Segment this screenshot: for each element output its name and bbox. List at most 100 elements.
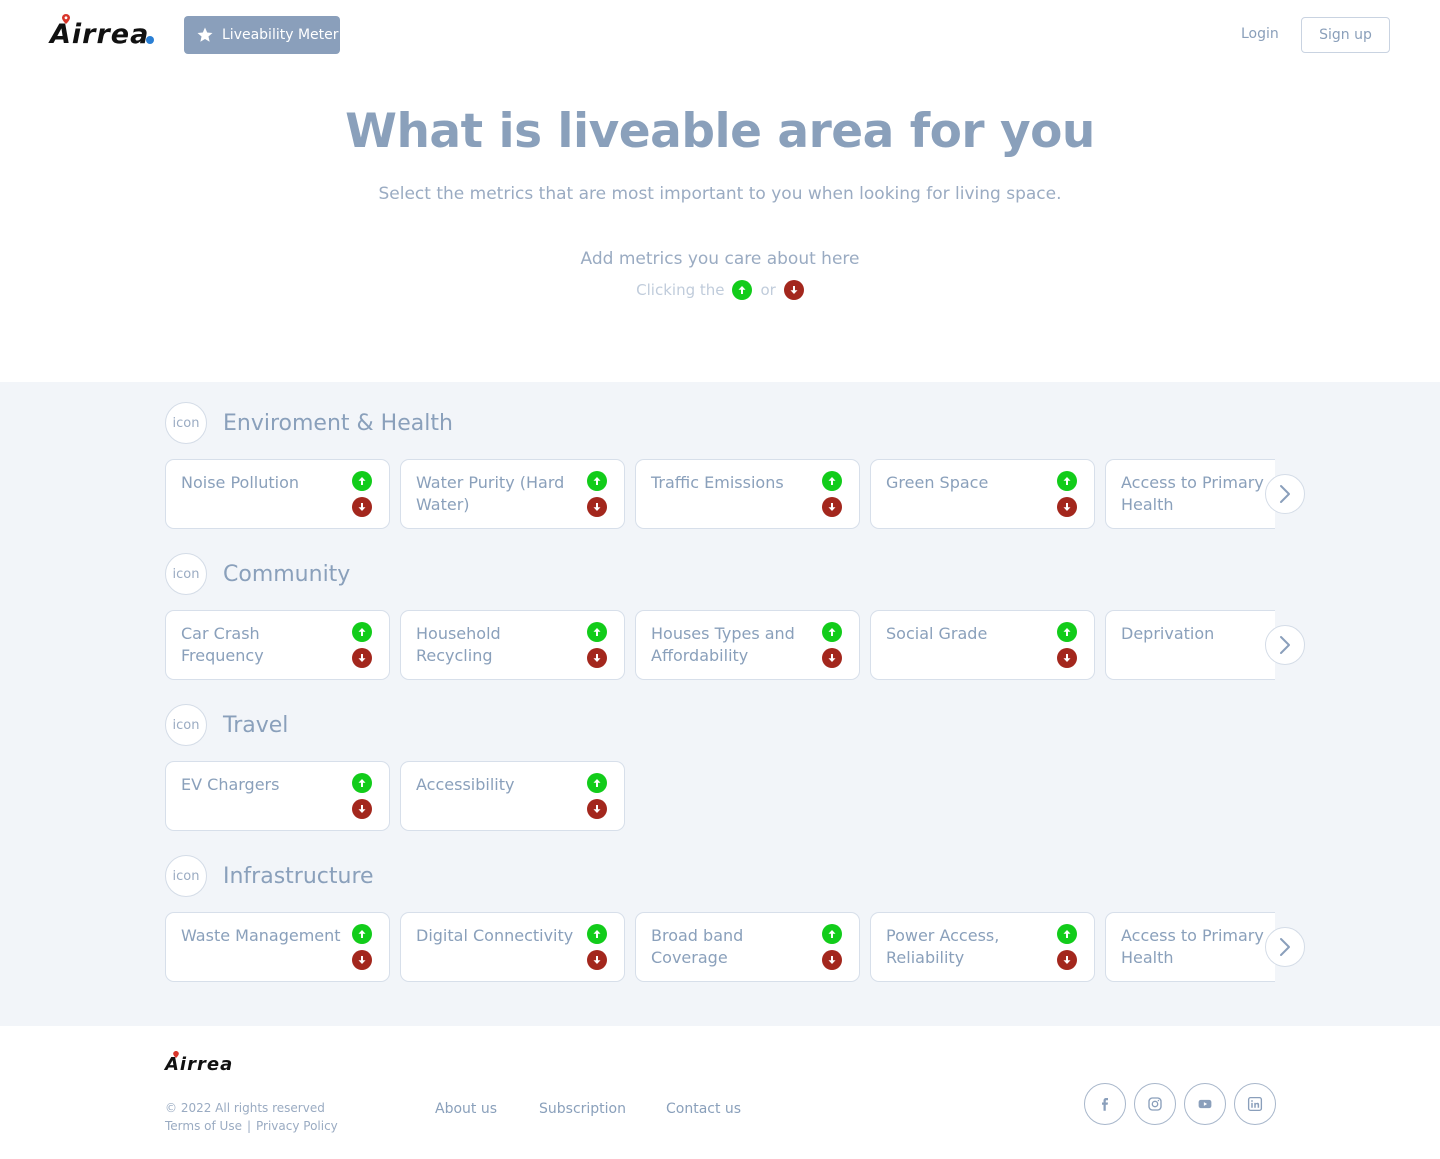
arrow-down-icon[interactable] xyxy=(822,950,842,970)
arrow-up-icon[interactable] xyxy=(587,622,607,642)
arrow-up-icon[interactable] xyxy=(587,471,607,491)
category-header: icon Travel xyxy=(165,704,288,746)
metric-card-label: Access to Primary Health xyxy=(1121,473,1264,514)
metric-card[interactable]: Social Grade xyxy=(870,610,1095,680)
arrow-up-icon[interactable] xyxy=(587,924,607,944)
add-metrics-dropzone[interactable]: Add metrics you care about here xyxy=(0,249,1440,269)
metric-card-label: Traffic Emissions xyxy=(651,473,784,492)
facebook-button[interactable] xyxy=(1084,1083,1126,1125)
metric-card[interactable]: Digital Connectivity xyxy=(400,912,625,982)
arrow-down-icon[interactable] xyxy=(1057,497,1077,517)
liveability-meter-button[interactable]: Liveability Meter xyxy=(184,16,340,54)
linkedin-button[interactable] xyxy=(1234,1083,1276,1125)
category-title: Infrastructure xyxy=(223,863,374,889)
footer-nav-subscription[interactable]: Subscription xyxy=(539,1101,626,1117)
category-icon: icon xyxy=(165,704,207,746)
arrow-up-icon[interactable] xyxy=(1057,924,1077,944)
metric-card-label: Noise Pollution xyxy=(181,473,300,492)
category-icon: icon xyxy=(165,855,207,897)
footer-logo[interactable]: Airrea xyxy=(165,1051,237,1078)
metric-card[interactable]: Houses Types and Affordability xyxy=(635,610,860,680)
arrow-up-icon[interactable] xyxy=(352,471,372,491)
logo[interactable]: Airrea xyxy=(50,14,156,54)
metric-card-label: Car Crash Frequency xyxy=(181,624,264,665)
arrow-down-icon[interactable] xyxy=(822,497,842,517)
arrow-down-icon[interactable] xyxy=(352,950,372,970)
pin-icon xyxy=(62,14,70,24)
arrow-down-icon[interactable] xyxy=(352,799,372,819)
metric-card-label: Digital Connectivity xyxy=(416,926,574,945)
metric-card[interactable]: Waste Management xyxy=(165,912,390,982)
youtube-button[interactable] xyxy=(1184,1083,1226,1125)
arrow-down-icon[interactable] xyxy=(1057,648,1077,668)
metric-card[interactable]: Broad band Coverage xyxy=(635,912,860,982)
arrow-up-icon[interactable] xyxy=(822,924,842,944)
instagram-button[interactable] xyxy=(1134,1083,1176,1125)
metric-card[interactable]: EV Chargers xyxy=(165,761,390,831)
arrow-up-icon[interactable] xyxy=(352,622,372,642)
logo-dot xyxy=(146,36,154,44)
metric-card[interactable]: Car Crash Frequency xyxy=(165,610,390,680)
metric-card-row: EV Chargers Accessibility xyxy=(165,761,1275,831)
arrow-up-icon[interactable] xyxy=(822,471,842,491)
linkedin-icon xyxy=(1247,1096,1263,1112)
footer-nav-contact[interactable]: Contact us xyxy=(666,1101,741,1117)
arrow-up-icon[interactable] xyxy=(1057,471,1077,491)
terms-link[interactable]: Terms of Use xyxy=(165,1119,242,1133)
arrow-up-icon[interactable] xyxy=(352,773,372,793)
liveability-meter-label: Liveability Meter xyxy=(222,27,339,43)
metric-card[interactable]: Access to Primary Health xyxy=(1105,459,1275,529)
legal-links: Terms of Use | Privacy Policy xyxy=(165,1119,338,1133)
copyright: © 2022 All rights reserved xyxy=(165,1101,325,1115)
login-link[interactable]: Login xyxy=(1241,26,1279,42)
signup-button[interactable]: Sign up xyxy=(1301,17,1390,53)
metric-card[interactable]: Household Recycling xyxy=(400,610,625,680)
carousel-next-button[interactable] xyxy=(1265,927,1305,967)
carousel-next-button[interactable] xyxy=(1265,625,1305,665)
arrow-down-icon[interactable] xyxy=(352,648,372,668)
metric-card-label: Accessibility xyxy=(416,775,515,794)
clicking-hint-or: or xyxy=(760,281,776,299)
arrow-down-icon[interactable] xyxy=(1057,950,1077,970)
star-icon xyxy=(197,27,213,42)
instagram-icon xyxy=(1148,1097,1162,1111)
metric-card-label: Waste Management xyxy=(181,926,341,945)
metric-card-label: Access to Primary Health xyxy=(1121,926,1264,967)
metric-card[interactable]: Accessibility xyxy=(400,761,625,831)
category-title: Travel xyxy=(223,712,289,738)
metric-card-row: Car Crash Frequency Household Recycling Ho… xyxy=(165,610,1275,680)
arrow-down-icon[interactable] xyxy=(587,950,607,970)
page-title: What is liveable area for you xyxy=(345,104,1095,159)
metric-card[interactable]: Power Access, Reliability xyxy=(870,912,1095,982)
metric-card-label: Social Grade xyxy=(886,624,988,643)
category-title: Community xyxy=(223,561,351,587)
youtube-icon xyxy=(1198,1099,1212,1109)
footer-nav-about[interactable]: About us xyxy=(435,1101,497,1117)
metric-card[interactable]: Noise Pollution xyxy=(165,459,390,529)
arrow-up-icon[interactable] xyxy=(587,773,607,793)
metric-card-row: Waste Management Digital Connectivity Broa… xyxy=(165,912,1275,982)
arrow-down-icon[interactable] xyxy=(352,497,372,517)
privacy-link[interactable]: Privacy Policy xyxy=(256,1119,338,1133)
arrow-down-icon[interactable] xyxy=(822,648,842,668)
metric-card[interactable]: Traffic Emissions xyxy=(635,459,860,529)
metric-card-row: Noise Pollution Water Purity (Hard Water)… xyxy=(165,459,1275,529)
arrow-down-icon[interactable] xyxy=(587,648,607,668)
metrics-section: icon Enviroment & Health Noise Pollution Wa… xyxy=(0,382,1440,1026)
header: Airrea Liveability Meter Login Sign up xyxy=(0,0,1440,70)
metric-card[interactable]: Deprivation xyxy=(1105,610,1275,680)
chevron-right-icon xyxy=(1280,636,1290,654)
arrow-down-icon[interactable] xyxy=(587,799,607,819)
metric-card[interactable]: Water Purity (Hard Water) xyxy=(400,459,625,529)
category-icon: icon xyxy=(165,553,207,595)
arrow-down-icon[interactable] xyxy=(587,497,607,517)
facebook-icon xyxy=(1102,1098,1108,1111)
metric-card-label: Deprivation xyxy=(1121,624,1215,643)
metric-card-label: EV Chargers xyxy=(181,775,280,794)
metric-card[interactable]: Access to Primary Health xyxy=(1105,912,1275,982)
metric-card[interactable]: Green Space xyxy=(870,459,1095,529)
arrow-up-icon[interactable] xyxy=(352,924,372,944)
arrow-up-icon[interactable] xyxy=(1057,622,1077,642)
arrow-up-icon[interactable] xyxy=(822,622,842,642)
carousel-next-button[interactable] xyxy=(1265,474,1305,514)
